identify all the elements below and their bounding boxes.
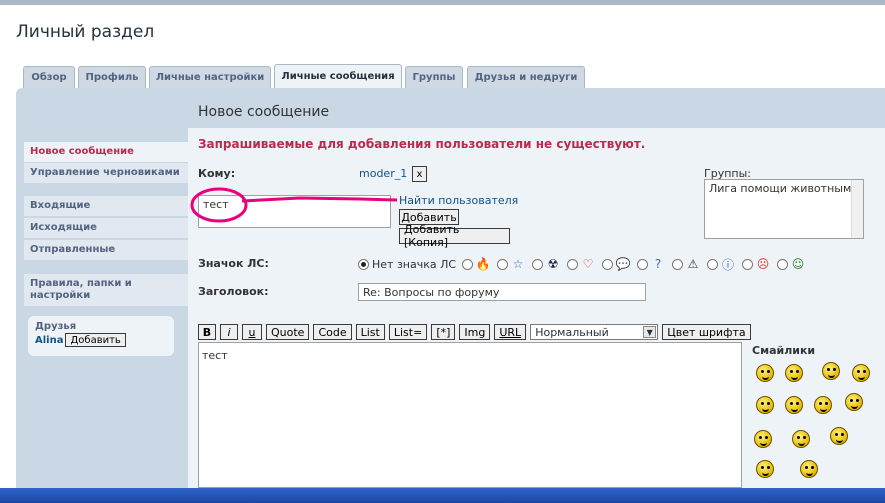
smilies-title: Смайлики [752,344,816,357]
radio-icon[interactable] [637,258,649,270]
smiley-red-icon: ☹ [756,257,770,271]
list-button[interactable]: List [355,324,385,340]
subject-label: Заголовок: [198,285,269,298]
message-textarea[interactable]: тест [198,342,742,488]
sidebar-item-new-message[interactable]: Новое сообщение [24,142,188,162]
italic-button[interactable]: i [220,324,238,340]
sidebar-item-drafts[interactable]: Управление черновиками [24,163,188,183]
groups-select[interactable]: Лига помощи животным [704,179,864,239]
radio-icon[interactable] [462,258,474,270]
list-item-button[interactable]: [*] [431,324,456,340]
flame-icon: 🔥 [475,257,491,271]
sidebar-item-sent[interactable]: Отправленные [24,240,188,260]
info-icon: ⓘ [722,257,735,272]
warning-icon: ⚠ [687,257,699,271]
sidebar-item-rules[interactable]: Правила, папки и настройки [24,274,188,306]
friends-title: Друзья [35,321,77,332]
subject-input[interactable]: Re: Вопросы по форуму [358,283,646,301]
heart-icon: ♡ [582,257,594,271]
radio-icon[interactable] [672,258,684,270]
remove-recipient-button[interactable]: x [412,166,427,182]
groups-option[interactable]: Лига помощи животным [709,182,851,195]
smiley-icon[interactable] [754,430,772,448]
img-button[interactable]: Img [459,324,491,340]
radio-icon[interactable] [358,258,369,270]
radio-icon[interactable] [707,258,719,270]
tab-friends-foes[interactable]: Друзья и недруги [467,66,585,88]
tab-private-messages[interactable]: Личные сообщения [274,64,402,88]
radio-icon[interactable] [532,258,544,270]
icon-label: Значок ЛС: [198,257,269,270]
smiley-icon[interactable] [800,460,818,478]
groups-scrollbar[interactable] [851,180,863,238]
icon-options: Нет значка ЛС 🔥 ☆ ☢ ♡ 💬 ? ⚠ ⓘ ☹ ☺ [358,256,812,272]
tab-groups[interactable]: Группы [405,66,463,88]
smiley-icon[interactable] [756,460,774,478]
quote-button[interactable]: Quote [266,324,310,340]
find-user-link[interactable]: Найти пользователя [399,194,518,207]
ordered-list-button[interactable]: List= [388,324,428,340]
radio-icon[interactable] [742,258,754,270]
smiley-icon[interactable] [814,396,832,414]
underline-button[interactable]: u [242,324,262,340]
add-bcc-button[interactable]: Добавить [Копия] [399,223,510,249]
bbcode-toolbar: B i u Quote Code List List= [*] Img URL … [198,324,751,340]
smiley-icon[interactable] [845,393,863,411]
recipient-link[interactable]: moder_1 [359,167,407,180]
page-title: Личный раздел [16,22,155,42]
radio-icon[interactable] [602,258,614,270]
smiley-icon[interactable] [822,362,840,380]
smiley-icon[interactable] [756,396,774,414]
font-size-select[interactable]: Нормальный ▼ [530,324,659,340]
font-color-button[interactable]: Цвет шрифта [662,324,751,340]
smiley-icon[interactable] [785,396,803,414]
tab-profile[interactable]: Профиль [78,66,146,88]
radio-icon[interactable] [567,258,579,270]
os-taskbar [0,488,885,503]
chevron-down-icon[interactable]: ▼ [643,326,657,338]
section-heading: Новое сообщение [198,104,330,120]
radio-icon[interactable] [777,258,789,270]
recipient-input[interactable]: тест [198,195,391,228]
add-friend-button[interactable]: Добавить [65,333,126,347]
sidebar-item-inbox[interactable]: Входящие [24,196,188,216]
tab-personal-settings[interactable]: Личные настройки [149,66,271,88]
smiley-green-icon: ☺ [791,257,805,271]
question-icon: ? [654,257,662,271]
code-button[interactable]: Code [313,324,352,340]
top-band [0,0,885,5]
tab-overview[interactable]: Обзор [23,66,75,88]
friends-box: Друзья Alina Добавить [28,316,174,356]
to-label: Кому: [198,167,236,180]
smiley-icon[interactable] [792,430,810,448]
radio-icon[interactable] [497,258,509,270]
sidebar-item-outbox[interactable]: Исходящие [24,218,188,238]
smiley-icon[interactable] [756,364,774,382]
bold-button[interactable]: B [198,324,216,340]
smiley-icon[interactable] [830,427,848,445]
star-icon: ☆ [512,257,524,271]
error-message: Запрашиваемые для добавления пользовател… [198,137,646,151]
friend-link[interactable]: Alina [35,335,63,346]
radiation-icon: ☢ [547,257,559,271]
speech-bubble-icon: 💬 [615,257,631,271]
smiley-icon[interactable] [785,364,803,382]
url-button[interactable]: URL [494,324,527,340]
smiley-icon[interactable] [852,364,870,382]
font-size-value: Нормальный [535,325,609,339]
no-icon-label: Нет значка ЛС [372,257,457,271]
